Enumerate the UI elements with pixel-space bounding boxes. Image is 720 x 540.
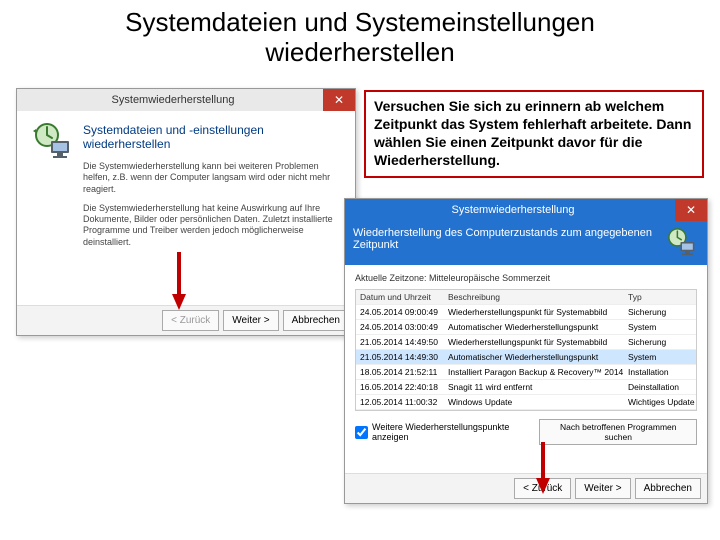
titlebar: Systemwiederherstellung ✕ xyxy=(17,89,355,111)
table-row[interactable]: 18.05.2014 21:52:11Installiert Paragon B… xyxy=(356,365,696,380)
cell-type: System xyxy=(624,320,696,334)
titlebar: Systemwiederherstellung ✕ xyxy=(345,199,707,221)
button-bar: < Zurück Weiter > Abbrechen xyxy=(345,473,707,503)
restore-icon xyxy=(665,225,699,259)
instruction-note: Versuchen Sie sich zu erinnern ab welche… xyxy=(364,90,704,178)
slide-title: Systemdateien und Systemeinstellungen wi… xyxy=(0,0,720,74)
table-row[interactable]: 21.05.2014 14:49:50Wiederherstellungspun… xyxy=(356,335,696,350)
table-row[interactable]: 24.05.2014 03:00:49Automatischer Wiederh… xyxy=(356,320,696,335)
cell-type: Sicherung xyxy=(624,305,696,319)
cell-description: Windows Update xyxy=(444,395,624,409)
cancel-button[interactable]: Abbrechen xyxy=(283,310,349,331)
col-type[interactable]: Typ xyxy=(624,290,696,304)
restore-icon xyxy=(31,121,75,161)
close-button[interactable]: ✕ xyxy=(323,89,355,111)
scan-affected-button[interactable]: Nach betroffenen Programmen suchen xyxy=(539,419,697,445)
table-row[interactable]: 12.05.2014 11:00:32Windows UpdateWichtig… xyxy=(356,395,696,410)
restore-points-table[interactable]: Datum und Uhrzeit Beschreibung Typ 24.05… xyxy=(355,289,697,411)
col-datetime[interactable]: Datum und Uhrzeit xyxy=(356,290,444,304)
wizard-paragraph-1: Die Systemwiederherstellung kann bei wei… xyxy=(83,161,341,195)
table-header: Datum und Uhrzeit Beschreibung Typ xyxy=(356,290,696,305)
cell-type: Installation xyxy=(624,365,696,379)
cancel-button[interactable]: Abbrechen xyxy=(635,478,701,499)
wizard-heading: Systemdateien und -einstellungen wiederh… xyxy=(83,123,341,151)
next-button[interactable]: Weiter > xyxy=(575,478,630,499)
cell-description: Wiederherstellungspunkt für Systemabbild xyxy=(444,305,624,319)
window-title: Systemwiederherstellung xyxy=(351,204,675,216)
show-more-checkbox-label: Weitere Wiederherstellungspunkte anzeige… xyxy=(372,422,539,442)
cell-description: Automatischer Wiederherstellungspunkt xyxy=(444,320,624,334)
timezone-label: Aktuelle Zeitzone: Mitteleuropäische Som… xyxy=(355,273,697,283)
cell-type: Deinstallation xyxy=(624,380,696,394)
show-more-checkbox-input[interactable] xyxy=(355,426,368,439)
cell-type: System xyxy=(624,350,696,364)
window-title: Systemwiederherstellung xyxy=(23,94,323,106)
cell-description: Wiederherstellungspunkt für Systemabbild xyxy=(444,335,624,349)
cell-description: Automatischer Wiederherstellungspunkt xyxy=(444,350,624,364)
table-row[interactable]: 21.05.2014 14:49:30Automatischer Wiederh… xyxy=(356,350,696,365)
system-restore-points-dialog: Systemwiederherstellung ✕ Wiederherstell… xyxy=(344,198,708,504)
wizard-paragraph-2: Die Systemwiederherstellung hat keine Au… xyxy=(83,203,341,248)
cell-datetime: 18.05.2014 21:52:11 xyxy=(356,365,444,379)
cell-datetime: 24.05.2014 03:00:49 xyxy=(356,320,444,334)
arrow-indicator-2 xyxy=(534,440,552,496)
show-more-checkbox[interactable]: Weitere Wiederherstellungspunkte anzeige… xyxy=(355,422,539,442)
cell-description: Installiert Paragon Backup & Recovery™ 2… xyxy=(444,365,624,379)
col-description[interactable]: Beschreibung xyxy=(444,290,624,304)
cell-type: Sicherung xyxy=(624,335,696,349)
table-row[interactable]: 24.05.2014 09:00:49Wiederherstellungspun… xyxy=(356,305,696,320)
cell-datetime: 24.05.2014 09:00:49 xyxy=(356,305,444,319)
table-row[interactable]: 16.05.2014 22:40:18Snagit 11 wird entfer… xyxy=(356,380,696,395)
wizard-blue-header: Wiederherstellung des Computerzustands z… xyxy=(345,221,707,265)
cell-datetime: 21.05.2014 14:49:30 xyxy=(356,350,444,364)
arrow-indicator-1 xyxy=(170,250,188,312)
cell-datetime: 21.05.2014 14:49:50 xyxy=(356,335,444,349)
next-button[interactable]: Weiter > xyxy=(223,310,278,331)
close-button[interactable]: ✕ xyxy=(675,199,707,221)
cell-datetime: 16.05.2014 22:40:18 xyxy=(356,380,444,394)
cell-description: Snagit 11 wird entfernt xyxy=(444,380,624,394)
cell-datetime: 12.05.2014 11:00:32 xyxy=(356,395,444,409)
wizard-heading: Wiederherstellung des Computerzustands z… xyxy=(353,227,652,251)
cell-type: Wichtiges Update xyxy=(624,395,696,409)
back-button: < Zurück xyxy=(162,310,219,331)
